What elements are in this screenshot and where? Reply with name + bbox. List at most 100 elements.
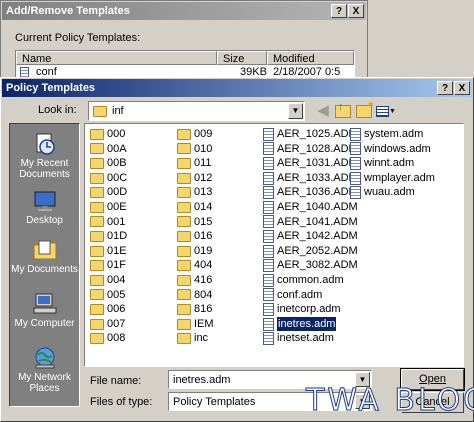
file-item-label: 013 — [194, 186, 213, 199]
file-item[interactable]: AER_2052.ADM — [263, 244, 358, 259]
file-item-label: AER_1036.ADM — [277, 186, 358, 199]
current-templates-label: Current Policy Templates: — [15, 32, 141, 44]
document-icon — [263, 215, 274, 229]
file-item[interactable]: inetres.adm — [263, 315, 358, 333]
file-item-label: system.adm — [364, 128, 424, 140]
file-item-label: 00B — [107, 157, 127, 170]
folder-item[interactable]: 01F — [90, 258, 127, 273]
folder-item[interactable]: 019 — [177, 244, 214, 259]
places-recent-documents[interactable]: My Recent Documents — [10, 132, 79, 180]
my-documents-icon — [33, 240, 56, 260]
folder-item[interactable]: 01D — [90, 229, 127, 244]
folder-icon — [90, 216, 104, 228]
file-item[interactable]: AER_1042.ADM — [263, 229, 358, 244]
folder-icon — [177, 260, 191, 272]
file-item[interactable]: conf.adm — [263, 288, 358, 303]
file-list[interactable]: 000 00A 00B 00C 00D 00E 001 01D 01E 01F 004 005 006 0… — [84, 123, 464, 367]
folder-item[interactable]: 011 — [177, 156, 214, 171]
folder-item[interactable]: 00B — [90, 156, 127, 171]
file-item[interactable]: wuau.adm — [350, 185, 435, 200]
help-button[interactable]: ? — [331, 4, 347, 18]
file-item[interactable]: inetcorp.adm — [263, 302, 358, 317]
folder-item[interactable]: 013 — [177, 185, 214, 200]
folder-item[interactable]: 00C — [90, 171, 127, 186]
places-my-documents[interactable]: My Documents — [10, 238, 79, 275]
close-button[interactable]: X — [348, 4, 364, 18]
file-item[interactable]: system.adm — [350, 127, 435, 142]
file-item-label: 404 — [194, 259, 213, 272]
folder-item[interactable]: 00D — [90, 185, 127, 200]
add-remove-title-bar[interactable]: Add/Remove Templates ? X — [2, 2, 366, 20]
folder-item[interactable]: 014 — [177, 200, 214, 215]
folder-icon — [177, 143, 191, 155]
folder-item[interactable]: 01E — [90, 244, 127, 259]
folder-icon — [177, 333, 191, 345]
file-item-label: inc — [194, 332, 209, 345]
column-header-modified[interactable]: Modified — [267, 51, 354, 65]
look-in-value: inf — [112, 105, 124, 117]
column-header-name[interactable]: Name — [16, 51, 217, 65]
folder-item[interactable]: 010 — [177, 142, 214, 157]
up-folder-icon[interactable]: ↑ — [334, 102, 352, 119]
file-item-label: 014 — [194, 200, 213, 213]
folder-item[interactable]: 012 — [177, 171, 214, 186]
folder-item[interactable]: IEM — [177, 317, 214, 332]
folder-item[interactable]: 001 — [90, 215, 127, 230]
file-item[interactable]: AER_1036.ADM — [263, 185, 358, 200]
document-icon — [263, 200, 274, 214]
folder-item[interactable]: 804 — [177, 288, 214, 303]
document-icon — [350, 127, 361, 141]
file-item-label: 019 — [194, 244, 213, 257]
folder-item[interactable]: 00A — [90, 142, 127, 157]
folder-item[interactable]: 008 — [90, 331, 127, 346]
file-item[interactable]: AER_1040.ADM — [263, 200, 358, 215]
folder-item[interactable]: 016 — [177, 229, 214, 244]
chevron-down-icon[interactable]: ▼ — [288, 103, 303, 119]
document-icon — [263, 156, 274, 170]
folder-item[interactable]: 005 — [90, 288, 127, 303]
places-my-network-label: My Network Places — [18, 372, 71, 394]
folder-item[interactable]: 006 — [90, 302, 127, 317]
templates-list[interactable]: Name Size Modified conf 39KB 2/18/2007 0… — [15, 50, 355, 80]
folder-item[interactable]: 009 — [177, 127, 214, 142]
file-item[interactable]: AER_1033.ADM — [263, 171, 358, 186]
file-item[interactable]: AER_1028.ADM — [263, 142, 358, 157]
look-in-combo[interactable]: inf ▼ — [88, 101, 305, 121]
column-header-size[interactable]: Size — [217, 51, 267, 65]
folder-item[interactable]: 007 — [90, 317, 127, 332]
folder-item[interactable]: 416 — [177, 273, 214, 288]
places-desktop[interactable]: Desktop — [10, 189, 79, 226]
views-menu-icon[interactable]: ▼ — [375, 103, 397, 119]
places-my-network[interactable]: My Network Places — [10, 346, 79, 394]
file-item-label: 004 — [107, 273, 126, 286]
file-item-label: AER_3082.ADM — [277, 259, 358, 272]
file-item-label: inetcorp.adm — [277, 303, 341, 316]
file-item-label: 015 — [194, 215, 213, 228]
file-item-label: 000 — [107, 128, 126, 140]
file-item[interactable]: inetset.adm — [263, 331, 358, 346]
file-item[interactable]: wmplayer.adm — [350, 171, 435, 186]
places-my-computer[interactable]: My Computer — [10, 292, 79, 329]
new-folder-icon[interactable]: ✶ — [355, 101, 375, 119]
back-icon[interactable]: ◀ — [314, 103, 332, 119]
file-item-label: AER_1028.ADM — [277, 142, 358, 155]
file-item-label: 016 — [194, 230, 213, 243]
file-item[interactable]: AER_1025.ADM — [263, 127, 358, 142]
folder-icon — [90, 187, 104, 199]
folder-item[interactable]: 404 — [177, 258, 214, 273]
help-button[interactable]: ? — [437, 81, 453, 95]
file-item[interactable]: windows.adm — [350, 142, 435, 157]
folder-item[interactable]: 00E — [90, 200, 127, 215]
folder-item[interactable]: 015 — [177, 215, 214, 230]
file-item[interactable]: AER_1041.ADM — [263, 215, 358, 230]
folder-item[interactable]: 004 — [90, 273, 127, 288]
folder-item[interactable]: 000 — [90, 127, 127, 142]
policy-templates-title-bar[interactable]: Policy Templates ? X — [2, 79, 472, 97]
file-item[interactable]: common.adm — [263, 273, 358, 288]
file-item[interactable]: AER_1031.ADM — [263, 156, 358, 171]
folder-item[interactable]: 816 — [177, 302, 214, 317]
close-button[interactable]: X — [454, 81, 470, 95]
file-item[interactable]: AER_3082.ADM — [263, 258, 358, 273]
folder-item[interactable]: inc — [177, 331, 214, 346]
file-item[interactable]: winnt.adm — [350, 156, 435, 171]
